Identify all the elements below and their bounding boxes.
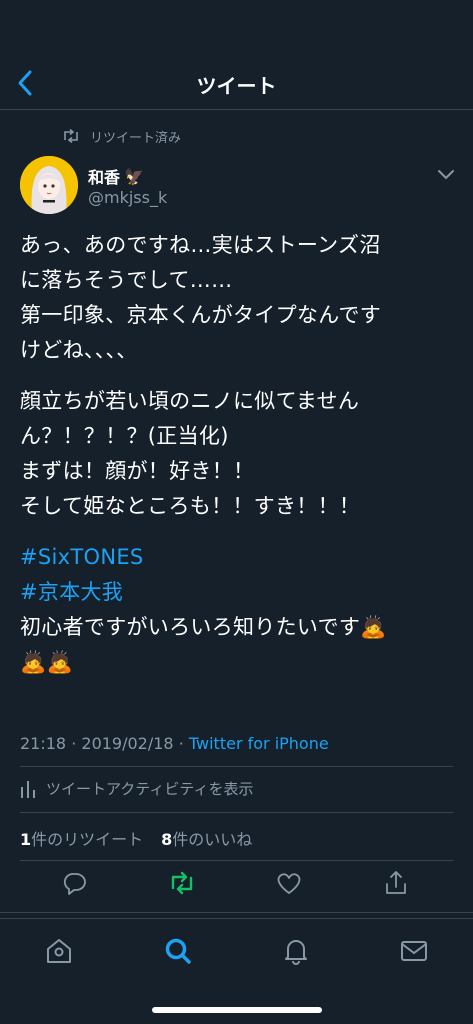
tweet-line: あっ、あのですね…実はストーンズ沼 [20,233,381,257]
avatar[interactable] [20,156,78,214]
tweet-time: 21:18 [20,734,67,753]
reply-icon[interactable] [59,868,89,898]
tweet-text: あっ、あのですね…実はストーンズ沼 に落ちそうでして…… 第一印象、京本くんがタ… [20,228,460,680]
tweet-line: 初心者ですがいろいろ知りたいです🙇 [20,615,387,639]
divider [20,766,453,767]
tweet-line: まずは！顔が！好き！！ [20,459,255,483]
tweet-emoji-line: 🙇🙇 [20,650,73,674]
meta-separator: · [71,734,77,753]
tweet-source-link[interactable]: Twitter for iPhone [189,734,329,753]
tweet-line: そして姫なところも！！すき！！！ [20,494,361,518]
meta-separator: · [178,734,184,753]
divider [20,812,453,813]
hashtag-link[interactable]: #SixTONES [20,540,460,575]
share-icon[interactable] [381,868,411,898]
author-name[interactable]: 和香 🦅 [88,164,144,188]
tweet-line: ん？！？！？(正当化) [20,424,229,448]
tweet-meta: 21:18 · 2019/02/18 · Twitter for iPhone [20,734,329,753]
activity-bars-icon [20,779,36,799]
retweet-icon [62,129,80,143]
tweet-line: に落ちそうでして…… [20,268,233,292]
messages-icon[interactable] [398,935,430,967]
retweeted-label: リツイート済み [90,130,182,146]
page-title: ツイート [196,74,277,98]
activity-label: ツイートアクティビティを表示 [46,780,254,798]
tweet-actions [0,868,473,904]
home-indicator [152,1007,322,1013]
like-heart-icon[interactable] [274,868,304,898]
author-handle[interactable]: @mkjss_k [88,188,167,207]
hashtag-link[interactable]: #京本大我 [20,575,460,610]
chevron-down-icon[interactable] [436,168,456,182]
retweeted-indicator: リツイート済み [62,126,181,146]
author-name-emoji: 🦅 [124,166,144,186]
tweet-activity-link[interactable]: ツイートアクティビティを表示 [20,778,253,799]
like-count[interactable]: 8件のいいね [161,826,252,850]
divider [0,912,473,913]
tweet-line: 顔立ちが若い頃のニノに似てません [20,389,360,413]
tweet-line: けどね、、、、 [20,338,138,362]
home-icon[interactable] [43,935,75,967]
author-name-text: 和香 [88,168,121,187]
engagement-counts: 1件のリツイート 8件のいいね [20,826,252,850]
divider [20,860,453,861]
tweet-date: 2019/02/18 [81,734,174,753]
top-bar: ツイート [0,0,473,110]
search-icon[interactable] [162,935,194,967]
retweet-icon[interactable] [167,868,197,898]
retweet-count[interactable]: 1件のリツイート [20,826,143,850]
tweet-line: 第一印象、京本くんがタイプなんです [20,303,382,327]
notifications-icon[interactable] [280,935,312,967]
